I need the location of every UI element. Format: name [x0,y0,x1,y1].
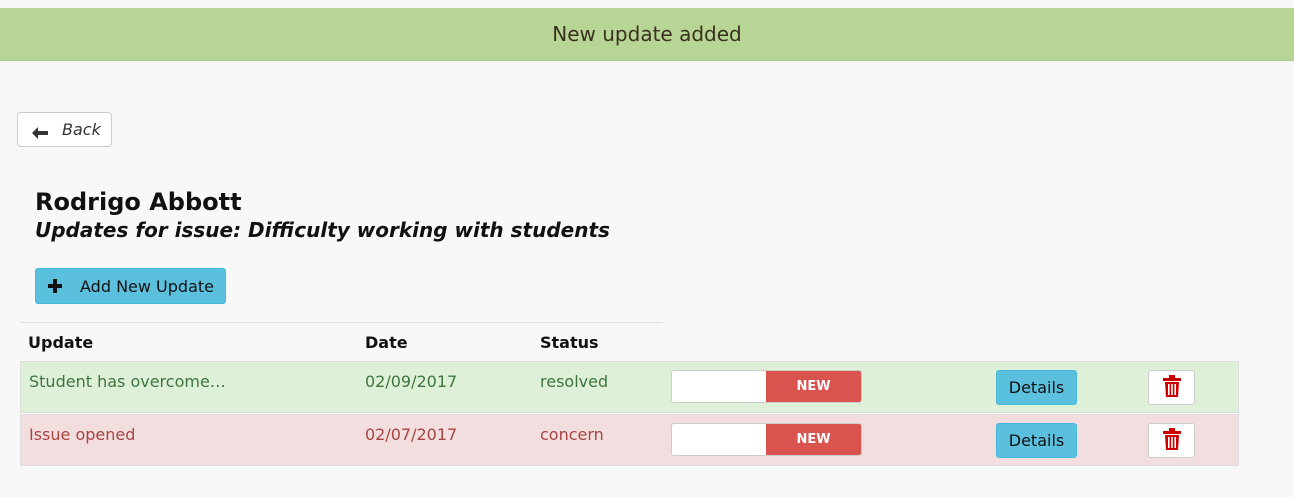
new-toggle[interactable]: NEW [671,370,862,403]
new-toggle[interactable]: NEW [671,423,862,456]
column-header-update: Update [28,333,94,352]
add-new-update-button[interactable]: Add New Update [35,268,226,304]
update-text: Issue opened [29,425,136,444]
delete-button[interactable] [1148,370,1195,405]
details-button[interactable]: Details [996,423,1077,458]
toggle-on-label: NEW [766,371,861,402]
table-row: Issue opened 02/07/2017 concern NEW Deta… [20,414,1239,466]
table-row: Student has overcome… 02/09/2017 resolve… [20,361,1239,413]
column-header-date: Date [365,333,408,352]
details-button[interactable]: Details [996,370,1077,405]
update-text: Student has overcome… [29,372,226,391]
success-alert: New update added [0,8,1294,61]
back-label: Back [62,120,101,139]
arrow-left-icon [32,124,48,139]
table-header-divider [20,322,663,323]
alert-message: New update added [552,22,742,46]
person-name: Rodrigo Abbott [35,188,242,216]
update-date: 02/09/2017 [365,372,458,391]
toggle-on-label: NEW [766,424,861,455]
issue-subtitle: Updates for issue: Difficulty working wi… [35,218,610,242]
trash-icon [1162,427,1181,454]
trash-icon [1162,374,1181,401]
column-header-status: Status [540,333,599,352]
back-button[interactable]: Back [17,112,112,147]
delete-button[interactable] [1148,423,1195,458]
update-status: concern [540,425,604,444]
update-status: resolved [540,372,609,391]
plus-icon [48,276,62,296]
add-new-update-label: Add New Update [80,276,214,296]
update-date: 02/07/2017 [365,425,458,444]
